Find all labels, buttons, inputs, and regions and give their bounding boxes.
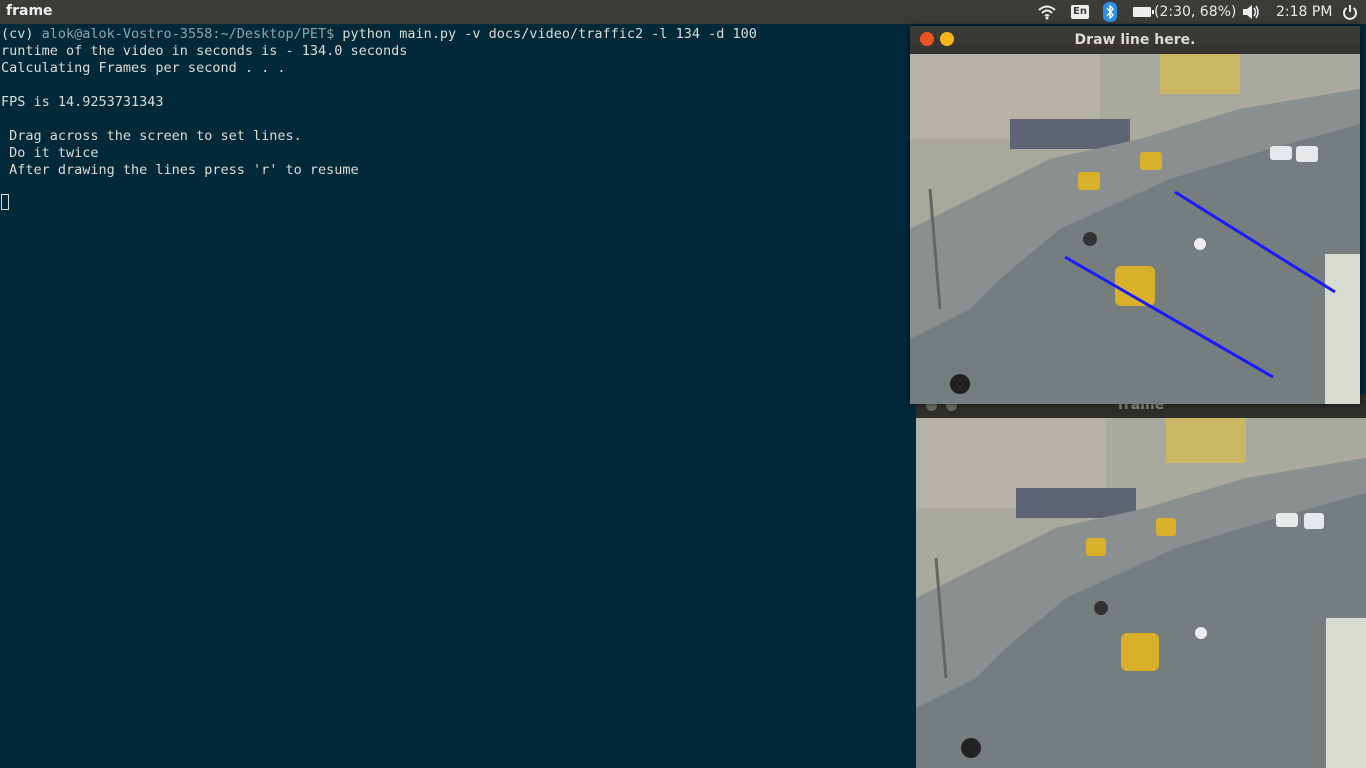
terminal-window[interactable]: (cv) alok@alok-Vostro-3558:~/Desktop/PET… (0, 24, 916, 768)
terminal-output-line: Calculating Frames per second . . . (1, 60, 286, 76)
terminal-output-line: Drag across the screen to set lines. (1, 128, 302, 144)
battery-icon (1133, 7, 1154, 17)
app-title: frame (6, 3, 53, 19)
clock[interactable]: 2:18 PM (1276, 0, 1332, 24)
battery-status: (2:30, 68%) (1154, 4, 1237, 20)
terminal-prompt-line: (cv) alok@alok-Vostro-3558:~/Desktop/PET… (1, 26, 757, 43)
frame-window[interactable]: frame (916, 394, 1366, 768)
top-panel: frame En (2:30, 68%) 2:18 PM (0, 0, 1366, 24)
terminal-output-line: After drawing the lines press 'r' to res… (1, 162, 359, 178)
clock-label: 2:18 PM (1276, 4, 1333, 20)
volume-icon[interactable] (1242, 0, 1260, 24)
prompt-path: :~/Desktop/PET$ (212, 26, 343, 42)
video-canvas[interactable] (910, 54, 1360, 404)
wifi-icon[interactable] (1037, 0, 1057, 24)
keyboard-layout: En (1071, 5, 1089, 19)
prompt-command: python main.py -v docs/video/traffic2 -l… (342, 26, 757, 42)
draw-line-window[interactable]: Draw line here. (910, 26, 1360, 404)
video-frame[interactable] (916, 418, 1366, 768)
prompt-user: alok@alok-Vostro-3558 (41, 26, 213, 42)
terminal-cursor (1, 194, 9, 210)
bluetooth-icon[interactable] (1103, 0, 1117, 24)
power-icon[interactable] (1342, 0, 1358, 24)
battery-indicator[interactable]: (2:30, 68%) (1133, 0, 1236, 24)
terminal-output-line: Do it twice (1, 145, 99, 161)
prompt-env: (cv) (1, 26, 42, 42)
terminal-output-line: runtime of the video in seconds is - 134… (1, 43, 408, 59)
window-title: Draw line here. (1074, 32, 1196, 48)
draw-window-titlebar[interactable]: Draw line here. (910, 26, 1360, 54)
terminal-output-line: FPS is 14.9253731343 (1, 94, 164, 110)
keyboard-icon[interactable]: En (1071, 0, 1089, 24)
